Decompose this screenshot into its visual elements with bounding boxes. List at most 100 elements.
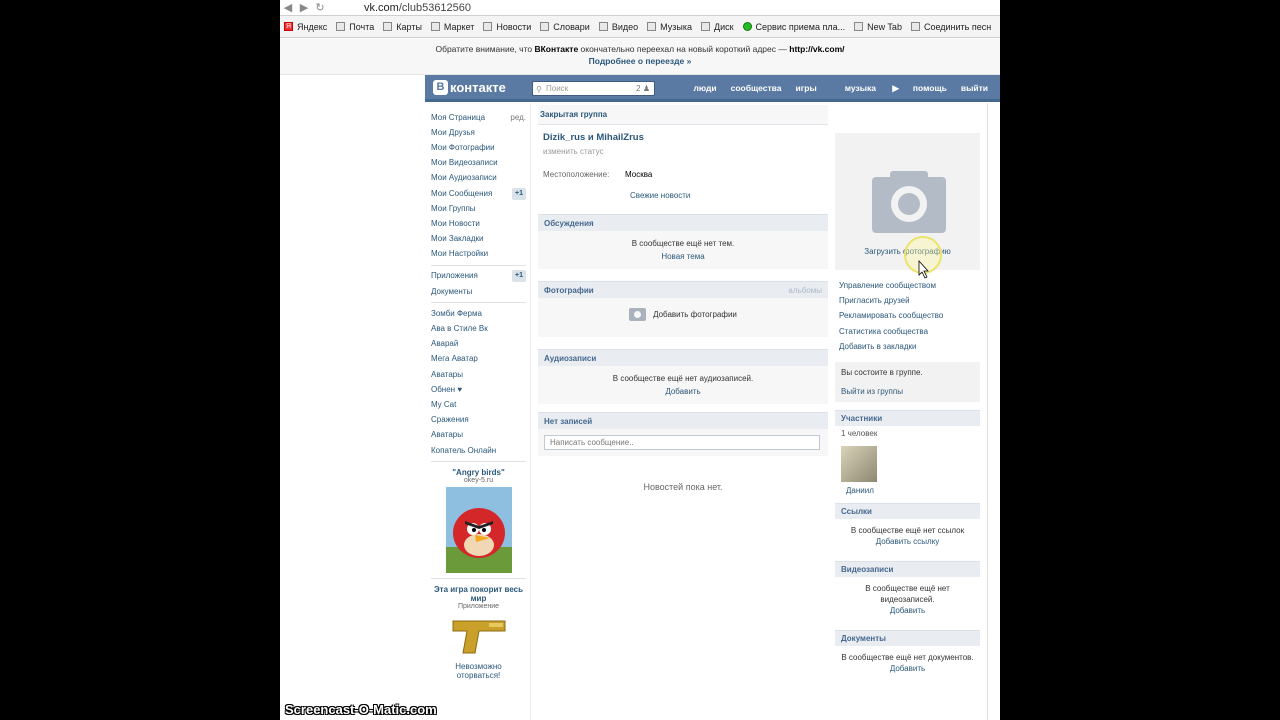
vk-logo[interactable]: Вконтакте bbox=[433, 80, 506, 95]
menu-label: Мои Новости bbox=[431, 218, 480, 228]
bookmark-market[interactable]: Маркет bbox=[430, 22, 474, 32]
bookmark-payment[interactable]: Сервис приема пла... bbox=[742, 22, 845, 32]
app-link[interactable]: Зомби Ферма bbox=[431, 306, 526, 321]
logo-text: контакте bbox=[450, 80, 506, 95]
address-bar[interactable]: ◀ ▶ ↻ vk.com/club53612560 bbox=[280, 0, 1000, 16]
members-count: 1 человек bbox=[841, 428, 878, 438]
fresh-news-link[interactable]: Свежие новости bbox=[630, 191, 828, 200]
invite-friends-link[interactable]: Пригласить друзей bbox=[835, 293, 980, 308]
app-link[interactable]: Аватары bbox=[431, 367, 526, 382]
app-link[interactable]: Сражения bbox=[431, 413, 526, 428]
add-photos-button[interactable]: Добавить фотографии bbox=[629, 308, 737, 321]
wall-section: Нет записей Написать сообщение.. bbox=[538, 412, 828, 456]
wall-post-input[interactable]: Написать сообщение.. bbox=[544, 435, 820, 450]
bookmark-video[interactable]: Видео bbox=[598, 22, 638, 32]
bookmark-songs[interactable]: Соединить песн bbox=[910, 22, 991, 32]
albums-link[interactable]: альбомы bbox=[788, 282, 822, 298]
nav-help[interactable]: помощь bbox=[913, 83, 947, 94]
reload-icon[interactable]: ↻ bbox=[312, 1, 328, 14]
bookmark-mail[interactable]: Почта bbox=[336, 22, 374, 32]
bookmark-news[interactable]: Новости bbox=[483, 22, 531, 32]
bookmark-label: Диск bbox=[713, 21, 734, 32]
menu-item-messages[interactable]: Мои Сообщения +1 bbox=[431, 186, 526, 201]
menu-item-videos[interactable]: Мои Видеозаписи bbox=[431, 156, 526, 171]
add-document-link[interactable]: Добавить bbox=[890, 664, 925, 673]
forward-icon[interactable]: ▶ bbox=[296, 1, 312, 14]
bookmark-label: Карты bbox=[396, 21, 422, 32]
leave-group-link[interactable]: Выйти из группы bbox=[841, 387, 974, 396]
menu-item-documents[interactable]: Документы bbox=[431, 284, 526, 299]
membership-text: Вы состоите в группе. bbox=[841, 367, 923, 377]
post-box: Написать сообщение.. bbox=[538, 429, 828, 456]
app-label: Ава в Стиле Вк bbox=[431, 324, 488, 334]
ad-angry-birds[interactable]: "Angry birds" okey-5.ru bbox=[431, 468, 526, 575]
menu-item-settings[interactable]: Мои Настройки bbox=[431, 247, 526, 262]
page-icon bbox=[430, 22, 440, 31]
menu-item-apps[interactable]: Приложения +1 bbox=[431, 269, 526, 284]
golden-gun-image bbox=[452, 620, 505, 654]
bookmark-disk[interactable]: Диск bbox=[700, 21, 734, 32]
bookmark-dictionaries[interactable]: Словари bbox=[540, 22, 590, 32]
bookmark-new-tab[interactable]: New Tab bbox=[854, 22, 902, 32]
count-badge: +1 bbox=[512, 270, 526, 283]
notice-text: Обратите внимание, что bbox=[435, 44, 535, 54]
advertise-link[interactable]: Рекламировать сообщество bbox=[835, 308, 980, 323]
group-sidebar: Загрузить фотографию Управление сообщест… bbox=[835, 133, 980, 680]
menu-item-friends[interactable]: Мои Друзья bbox=[431, 125, 526, 140]
menu-item-news[interactable]: Мои Новости bbox=[431, 216, 526, 231]
bookmark-music[interactable]: Музыка bbox=[647, 22, 692, 32]
nav-people[interactable]: люди bbox=[693, 83, 716, 94]
add-audio-link[interactable]: Добавить bbox=[665, 387, 700, 396]
group-title: Dizik_rus и MihailZrus bbox=[543, 132, 644, 143]
divider bbox=[530, 103, 531, 720]
add-video-link[interactable]: Добавить bbox=[890, 606, 925, 615]
menu-item-my-page[interactable]: Моя Страница ред. bbox=[431, 110, 526, 125]
links-header[interactable]: Ссылки bbox=[835, 502, 980, 519]
section-header[interactable]: Аудиозаписи bbox=[538, 349, 828, 366]
nav-logout[interactable]: выйти bbox=[961, 83, 988, 94]
documents-header[interactable]: Документы bbox=[835, 629, 980, 646]
group-type: Закрытая группа bbox=[538, 105, 828, 125]
nav-music[interactable]: музыка ▶ bbox=[831, 83, 899, 94]
add-bookmark-link[interactable]: Добавить в закладки bbox=[835, 339, 980, 354]
member-card[interactable]: Даниил bbox=[835, 445, 980, 495]
menu-label: Документы bbox=[431, 286, 473, 296]
avatar bbox=[841, 445, 877, 482]
section-header[interactable]: Фотографии альбомы bbox=[538, 281, 828, 298]
search-placeholder: Поиск bbox=[546, 84, 569, 93]
app-link[interactable]: Обнен ♥ bbox=[431, 382, 526, 397]
menu-label: Мои Настройки bbox=[431, 249, 489, 259]
app-link[interactable]: My Cat bbox=[431, 397, 526, 412]
ad-game[interactable]: Эта игра покорит весь мир Приложение Нев… bbox=[431, 585, 526, 680]
app-link[interactable]: Копатель Онлайн bbox=[431, 443, 526, 458]
app-link[interactable]: Мега Аватар bbox=[431, 352, 526, 367]
section-header: Нет записей bbox=[538, 412, 828, 429]
app-link[interactable]: Аватары bbox=[431, 428, 526, 443]
new-topic-link[interactable]: Новая тема bbox=[661, 252, 704, 261]
videos-header[interactable]: Видеозаписи bbox=[835, 560, 980, 577]
add-link-link[interactable]: Добавить ссылку bbox=[876, 537, 940, 546]
edit-link[interactable]: ред. bbox=[510, 112, 526, 124]
nav-games[interactable]: игры bbox=[796, 83, 817, 94]
ad-text: Невозможно оторваться! bbox=[455, 662, 502, 681]
domain-move-notice: Обратите внимание, что ВКонтакте окончат… bbox=[280, 39, 1000, 75]
nav-communities[interactable]: сообщества bbox=[731, 83, 782, 94]
app-link[interactable]: Ава в Стиле Вк bbox=[431, 321, 526, 336]
back-icon[interactable]: ◀ bbox=[280, 1, 296, 14]
section-header[interactable]: Обсуждения bbox=[538, 214, 828, 231]
page-icon bbox=[910, 22, 920, 31]
app-link[interactable]: Аварай bbox=[431, 337, 526, 352]
statistics-link[interactable]: Статистика сообщества bbox=[835, 324, 980, 339]
members-header[interactable]: Участники bbox=[835, 409, 980, 426]
notice-brand: ВКонтакте bbox=[534, 44, 579, 54]
url-text[interactable]: vk.com/club53612560 bbox=[364, 2, 471, 14]
change-status-link[interactable]: изменить статус bbox=[543, 147, 828, 156]
menu-item-bookmarks[interactable]: Мои Закладки bbox=[431, 232, 526, 247]
bookmark-yandex[interactable]: Я Яндекс bbox=[284, 22, 327, 32]
menu-item-groups[interactable]: Мои Группы bbox=[431, 201, 526, 216]
notice-more-link[interactable]: Подробнее о переезде » bbox=[589, 56, 692, 66]
menu-item-photos[interactable]: Мои Фотографии bbox=[431, 140, 526, 155]
bookmark-maps[interactable]: Карты bbox=[383, 22, 422, 32]
search-input[interactable]: ⚲ Поиск 2 ♟ bbox=[532, 81, 655, 96]
menu-item-audio[interactable]: Мои Аудиозаписи bbox=[431, 171, 526, 186]
